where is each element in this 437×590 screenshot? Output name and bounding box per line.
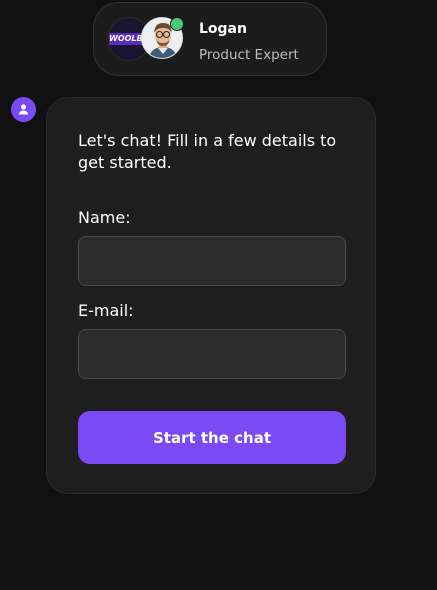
online-status-dot (170, 17, 184, 31)
agent-name: Logan (199, 21, 247, 37)
start-chat-button[interactable]: Start the chat (78, 411, 346, 464)
form-intro-text: Let's chat! Fill in a few details to get… (78, 131, 337, 172)
user-icon (19, 104, 28, 115)
agent-header: WOOLBET Logan Product Expert (93, 2, 327, 76)
name-label: Name: (78, 208, 131, 227)
bot-avatar (11, 97, 36, 122)
email-label: E-mail: (78, 301, 134, 320)
name-field[interactable] (78, 236, 346, 286)
agent-role: Product Expert (199, 47, 299, 63)
email-field[interactable] (78, 329, 346, 379)
prechat-form-card: Let's chat! Fill in a few details to get… (46, 97, 376, 494)
chat-widget: WOOLBET Logan Product Expert Let's chat!… (0, 0, 437, 590)
